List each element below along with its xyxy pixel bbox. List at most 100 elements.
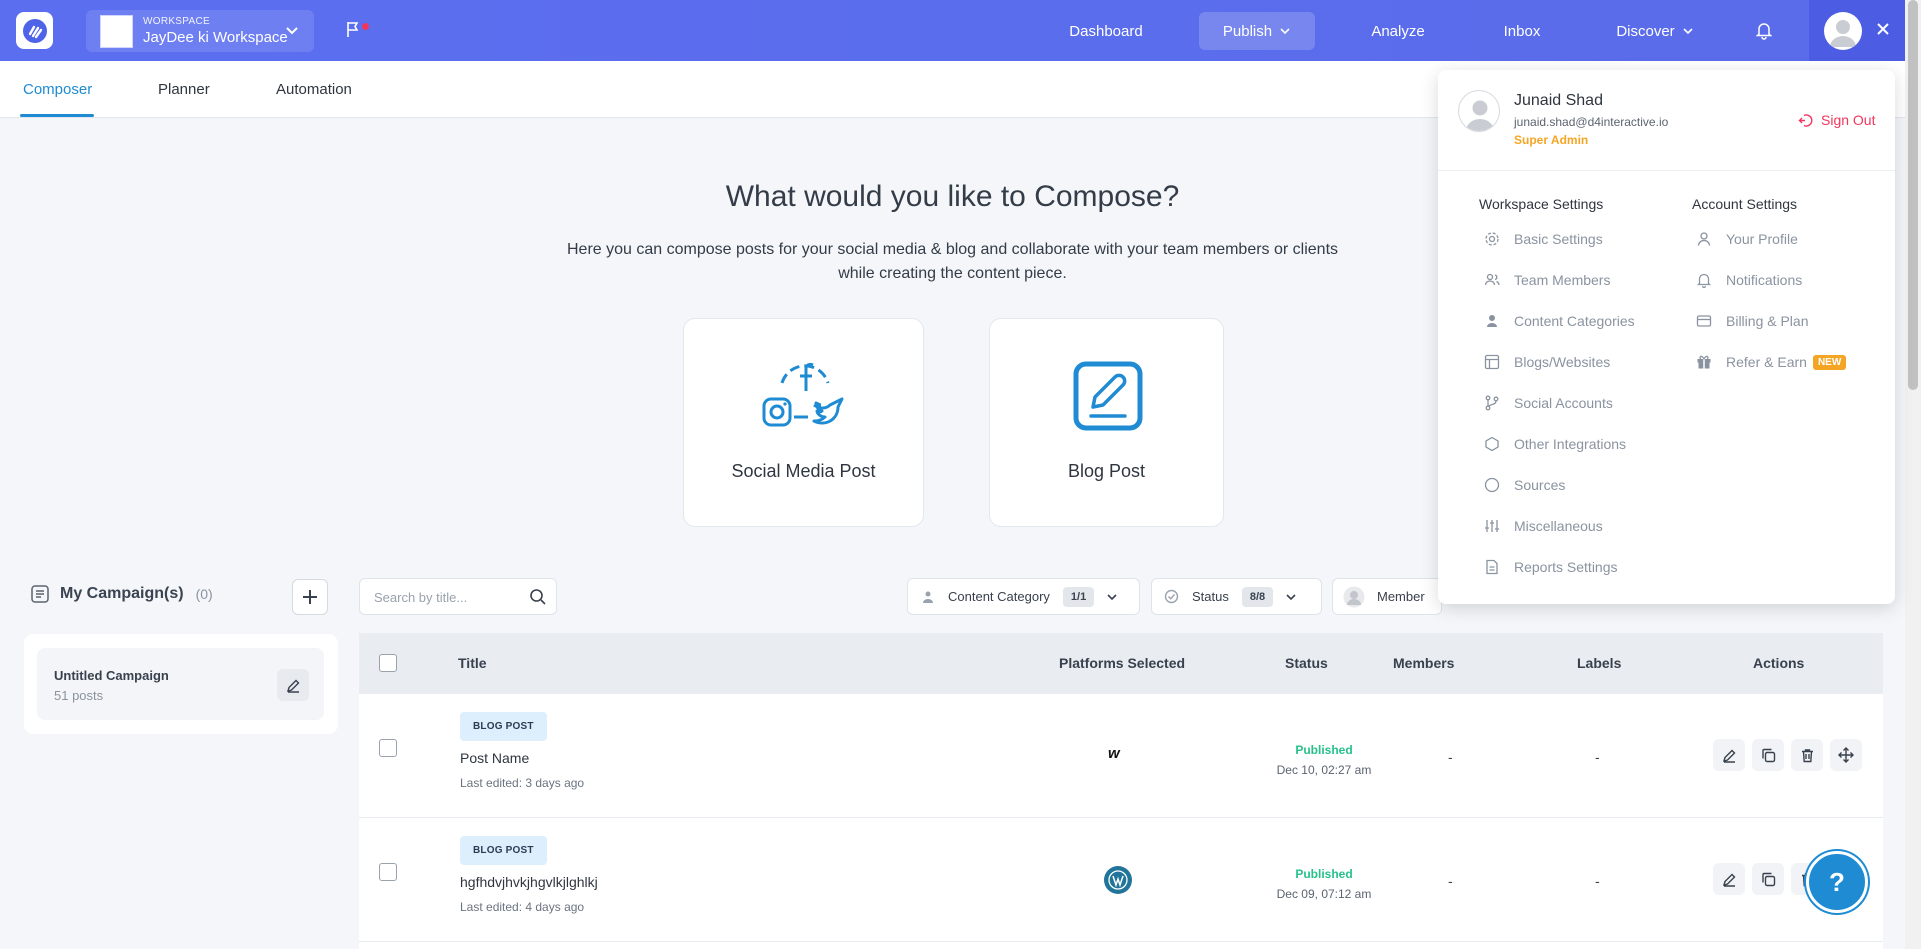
user-name: Junaid Shad [1514,92,1603,109]
avatar[interactable] [1824,12,1862,50]
search-box [359,578,557,615]
campaign-item[interactable]: Untitled Campaign 51 posts [37,648,324,720]
menu-basic-settings[interactable]: Basic Settings [1484,231,1603,247]
menu-reports-settings[interactable]: Reports Settings [1484,559,1618,575]
menu-social-accounts[interactable]: Social Accounts [1484,395,1613,411]
flag-icon[interactable] [345,20,361,38]
menu-your-profile[interactable]: Your Profile [1696,231,1798,247]
category-icon [923,591,933,603]
table-row[interactable]: BLOG POST Post Name Last edited: 3 days … [359,694,1883,818]
tab-automation[interactable]: Automation [276,61,352,118]
social-media-post-card[interactable]: Social Media Post [683,318,924,527]
menu-team-members[interactable]: Team Members [1484,272,1610,288]
user-avatar-icon [1343,586,1365,607]
user-role: Super Admin [1514,133,1589,147]
content-category-filter[interactable]: Content Category 1/1 [907,578,1140,615]
chevron-down-icon [1286,593,1296,600]
campaign-post-count: 51 posts [54,688,104,703]
select-all-checkbox[interactable] [379,654,397,672]
post-title[interactable]: hgfhdvjhvkjhgvlkjlghlkj [460,874,598,890]
post-last-edited: Last edited: 3 days ago [460,776,585,790]
hexagon-icon [1485,436,1499,452]
gear-icon [1485,232,1499,246]
column-actions: Actions [1753,655,1805,671]
chevron-down-icon [1683,28,1693,35]
blog-post-card[interactable]: Blog Post [989,318,1224,527]
post-status: Published [1295,867,1353,881]
post-type-tag: BLOG POST [460,836,547,865]
app-logo[interactable] [16,12,53,49]
member-filter-label: Member [1377,589,1425,604]
column-title[interactable]: Title [458,655,487,671]
scrollbar-thumb[interactable] [1908,0,1918,390]
workspace-settings-title: Workspace Settings [1479,196,1604,212]
close-icon[interactable] [1876,22,1890,36]
nav-dashboard[interactable]: Dashboard [1056,12,1156,50]
edit-post-button[interactable] [1713,863,1745,895]
dropdown-divider [1438,170,1895,171]
blog-post-label: Blog Post [1067,461,1146,481]
user-email: junaid.shad@d4interactive.io [1514,115,1669,129]
member-filter[interactable]: Member [1332,578,1442,615]
add-campaign-button[interactable] [292,579,328,615]
menu-sources[interactable]: Sources [1484,477,1565,493]
sliders-icon [1485,520,1499,532]
users-icon [1484,273,1500,286]
post-date: Dec 09, 07:12 am [1276,887,1372,901]
category-icon [1487,315,1497,327]
move-post-button[interactable] [1830,739,1862,771]
column-labels: Labels [1577,655,1622,671]
nav-analyze[interactable]: Analyze [1358,12,1438,50]
row-checkbox[interactable] [379,863,397,881]
menu-billing-plan[interactable]: Billing & Plan [1696,313,1809,329]
user-dropdown-menu: Junaid Shad junaid.shad@d4interactive.io… [1438,70,1895,604]
workspace-image [100,14,133,48]
post-members: - [1448,749,1453,765]
tab-planner[interactable]: Planner [158,61,210,118]
post-status: Published [1295,743,1353,757]
pencil-icon [286,679,299,693]
campaigns-count: (0) [195,586,213,602]
bell-icon[interactable] [1755,20,1773,40]
nav-discover[interactable]: Discover [1600,12,1710,50]
column-members: Members [1393,655,1455,671]
post-title[interactable]: Post Name [460,750,529,766]
table-row[interactable]: BLOG POST hgfhdvjhvkjhgvlkjlghlkj Last e… [359,818,1883,942]
user-avatar-icon [1466,100,1494,131]
help-button[interactable]: ? [1806,851,1868,913]
menu-blogs-websites[interactable]: Blogs/Websites [1484,354,1610,370]
chevron-down-icon [286,27,298,35]
menu-refer-earn[interactable]: Refer & Earn NEW [1696,354,1847,370]
top-navbar: WORKSPACE JayDee ki Workspace Dashboard … [0,0,1905,61]
menu-miscellaneous[interactable]: Miscellaneous [1484,518,1603,534]
duplicate-post-button[interactable] [1752,863,1784,895]
logo-icon [22,18,47,43]
duplicate-post-button[interactable] [1752,739,1784,771]
sign-out-button[interactable]: Sign Out [1798,112,1875,128]
circle-icon [1484,477,1500,493]
row-checkbox[interactable] [379,739,397,757]
table-header: Title Platforms Selected Status Members … [359,633,1883,694]
search-icon[interactable] [529,588,547,606]
webflow-icon: w [1108,745,1120,762]
edit-campaign-button[interactable] [277,669,309,701]
workspace-switcher[interactable]: WORKSPACE JayDee ki Workspace [86,10,314,52]
menu-notifications[interactable]: Notifications [1696,272,1802,288]
new-badge: NEW [1812,354,1847,370]
nav-publish[interactable]: Publish [1199,12,1315,50]
check-circle-icon [1164,589,1179,604]
search-input[interactable] [374,587,524,607]
campaigns-header: My Campaign(s) (0) [30,584,213,604]
post-date: Dec 10, 02:27 am [1276,763,1372,777]
copy-icon [1761,748,1775,762]
delete-post-button[interactable] [1791,739,1823,771]
nav-inbox[interactable]: Inbox [1484,12,1560,50]
menu-content-categories[interactable]: Content Categories [1484,313,1635,329]
notification-dot [362,23,369,30]
menu-other-integrations[interactable]: Other Integrations [1484,436,1626,452]
chevron-down-icon [1107,593,1117,600]
edit-post-button[interactable] [1713,739,1745,771]
tab-composer[interactable]: Composer [23,61,92,118]
workspace-label: WORKSPACE [143,16,210,27]
status-filter[interactable]: Status 8/8 [1151,578,1322,615]
